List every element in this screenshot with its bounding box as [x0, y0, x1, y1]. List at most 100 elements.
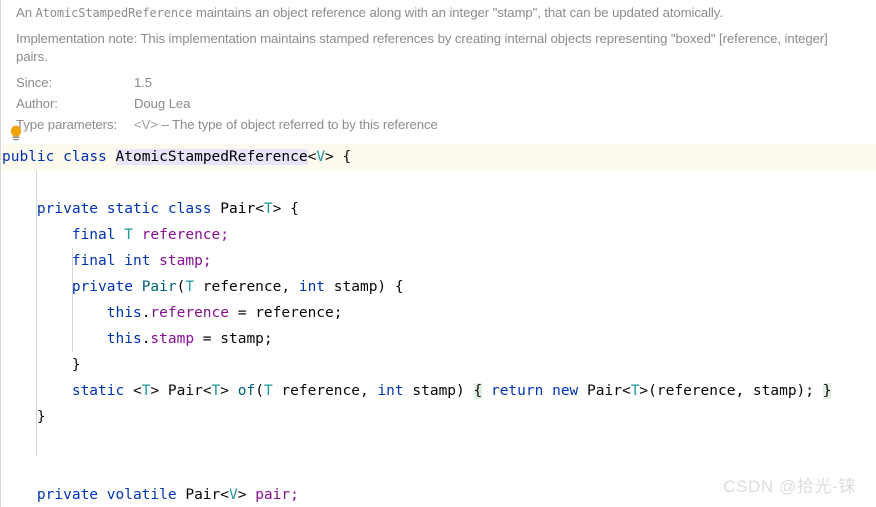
- code-token: > {: [325, 149, 352, 165]
- code-token: of: [237, 383, 256, 399]
- doc-label-author: Author:: [16, 96, 58, 111]
- code-token: reference,: [194, 279, 299, 295]
- code-line-text: this.stamp = stamp;: [2, 331, 273, 347]
- code-token: stamp): [403, 383, 474, 399]
- code-line-text: }: [2, 357, 81, 373]
- code-token: Pair<: [578, 383, 631, 399]
- code-token: pair: [255, 487, 291, 503]
- lightbulb-icon[interactable]: [9, 125, 23, 143]
- code-token: T: [185, 279, 195, 295]
- code-token: T: [263, 383, 273, 399]
- code-line-text: static <T> Pair<T> of(T reference, int s…: [2, 383, 832, 399]
- code-line[interactable]: }: [2, 352, 876, 378]
- code-token: Pair: [220, 201, 256, 217]
- doc-row-author: Author: Doug Lea: [16, 93, 876, 114]
- code-token: this: [106, 331, 142, 347]
- doc-summary-prefix: An: [16, 5, 36, 20]
- code-token: ;: [290, 487, 299, 503]
- code-token: = stamp;: [194, 331, 273, 347]
- doc-row-type-parameters: Type parameters: <V> – The type of objec…: [16, 114, 876, 135]
- code-token: }: [2, 357, 81, 373]
- code-token: > {: [272, 201, 299, 217]
- code-line-text: private volatile Pair<V> pair;: [2, 487, 299, 503]
- code-line-text: }: [2, 409, 46, 425]
- doc-inline-code-class: AtomicStampedReference: [35, 6, 193, 20]
- code-line[interactable]: }: [2, 404, 876, 430]
- code-token: static: [106, 201, 160, 217]
- doc-value-author: Doug Lea: [134, 96, 191, 111]
- code-token: new: [552, 383, 579, 399]
- code-token: {: [473, 383, 483, 399]
- code-line[interactable]: [2, 430, 876, 456]
- code-token: private: [36, 487, 99, 503]
- code-line[interactable]: this.reference = reference;: [2, 300, 876, 326]
- code-token: AtomicStampedReference: [115, 149, 308, 165]
- code-token: <: [307, 149, 317, 165]
- code-token: ;: [220, 227, 230, 243]
- code-line-text: this.reference = reference;: [2, 305, 343, 321]
- code-token: reference: [141, 227, 221, 243]
- code-token: = reference;: [229, 305, 343, 321]
- doc-summary-suffix: maintains an object reference along with…: [192, 5, 723, 20]
- code-line[interactable]: public class AtomicStampedReference<V> {: [2, 144, 876, 170]
- code-token: > Pair<: [150, 383, 212, 399]
- code-token: int: [124, 253, 151, 269]
- code-token: final: [71, 227, 116, 243]
- doc-label-since: Since:: [16, 75, 53, 90]
- code-line-text: public class AtomicStampedReference<V> {: [2, 149, 351, 165]
- doc-type-param-name: <V>: [134, 117, 158, 132]
- code-token: stamp: [150, 331, 195, 347]
- code-editor[interactable]: public class AtomicStampedReference<V> {…: [2, 144, 876, 507]
- code-token: V: [229, 487, 238, 503]
- doc-row-since: Since: 1.5: [16, 72, 876, 93]
- code-line[interactable]: private Pair(T reference, int stamp) {: [2, 274, 876, 300]
- code-token: class: [167, 201, 212, 217]
- code-token: reference,: [272, 383, 378, 399]
- code-token: }: [822, 383, 832, 399]
- code-token: stamp) {: [325, 279, 404, 295]
- code-token: T: [124, 227, 133, 243]
- code-token: volatile: [106, 487, 177, 503]
- doc-definition-list: Since: 1.5 Author: Doug Lea Type paramet…: [2, 72, 876, 135]
- code-lines-container[interactable]: public class AtomicStampedReference<V> {…: [2, 144, 876, 507]
- csdn-watermark: CSDN @拾光-铼: [723, 477, 856, 496]
- code-token: T: [211, 383, 221, 399]
- code-line-text: private Pair(T reference, int stamp) {: [2, 279, 404, 295]
- code-line-text: final int stamp;: [2, 253, 212, 269]
- code-token: final: [71, 253, 116, 269]
- code-line-text: private static class Pair<T> {: [2, 201, 299, 217]
- code-line[interactable]: static <T> Pair<T> of(T reference, int s…: [2, 378, 876, 404]
- code-token: >(reference, stamp);: [639, 383, 823, 399]
- code-line[interactable]: this.stamp = stamp;: [2, 326, 876, 352]
- code-token: private: [36, 201, 99, 217]
- code-line[interactable]: private static class Pair<T> {: [2, 196, 876, 222]
- doc-label-type-parameters: Type parameters:: [16, 117, 118, 132]
- code-line[interactable]: final int stamp;: [2, 248, 876, 274]
- doc-impl-note-paragraph: Implementation note: This implementation…: [16, 31, 828, 64]
- code-token: }: [2, 409, 46, 425]
- code-token: private: [71, 279, 133, 295]
- code-token: >: [220, 383, 238, 399]
- code-line[interactable]: final T reference;: [2, 222, 876, 248]
- code-line[interactable]: [2, 170, 876, 196]
